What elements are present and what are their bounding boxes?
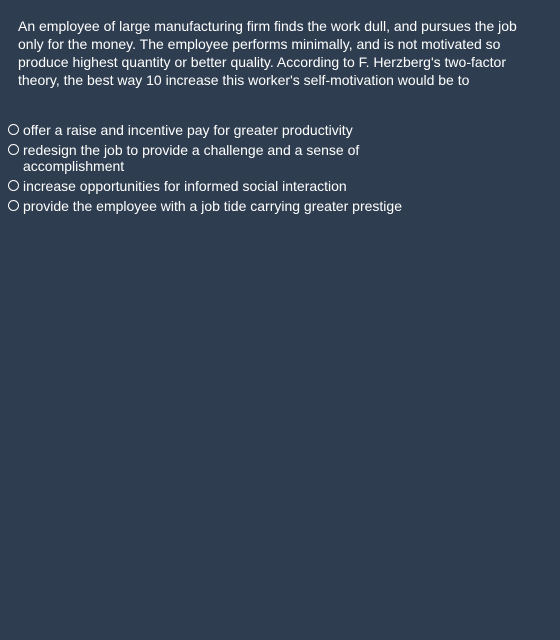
answer-option-4[interactable]: provide the employee with a job tide car…: [8, 198, 548, 214]
radio-button-icon[interactable]: [8, 124, 19, 135]
question-text: An employee of large manufacturing firm …: [18, 18, 517, 88]
radio-button-icon[interactable]: [8, 180, 19, 191]
answer-option-label: increase opportunities for informed soci…: [23, 178, 347, 194]
answer-options: offer a raise and incentive pay for grea…: [8, 122, 548, 218]
answer-option-2[interactable]: redesign the job to provide a challenge …: [8, 142, 548, 174]
answer-option-label: redesign the job to provide a challenge …: [23, 142, 360, 174]
radio-button-icon[interactable]: [8, 144, 19, 155]
answer-option-3[interactable]: increase opportunities for informed soci…: [8, 178, 548, 194]
answer-option-label: provide the employee with a job tide car…: [23, 198, 402, 214]
quiz-panel: An employee of large manufacturing firm …: [0, 0, 560, 640]
radio-button-icon[interactable]: [8, 200, 19, 211]
answer-option-1[interactable]: offer a raise and incentive pay for grea…: [8, 122, 548, 138]
answer-option-label: offer a raise and incentive pay for grea…: [23, 122, 353, 138]
